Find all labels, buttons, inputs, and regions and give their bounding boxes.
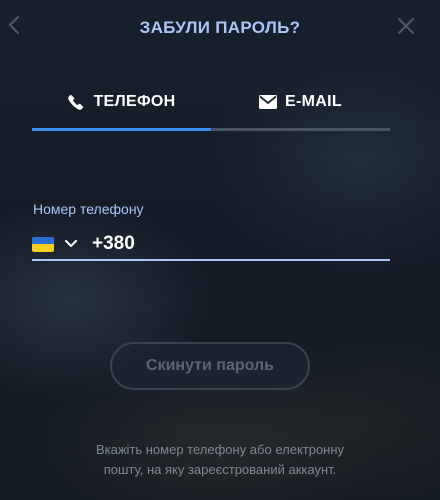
phone-input[interactable]	[92, 229, 390, 259]
tab-email-label: E-MAIL	[285, 93, 342, 110]
country-code-select[interactable]	[32, 229, 78, 259]
hint-line-1: Вкажіть номер телефону або електронну	[95, 442, 345, 457]
ukraine-flag-icon	[32, 236, 54, 252]
tab-bar: ТЕЛЕФОН E-MAIL	[32, 86, 390, 132]
page-title: ЗАБУЛИ ПАРОЛЬ?	[139, 18, 301, 37]
phone-field	[32, 226, 390, 262]
hint-text: Вкажіть номер телефону або електронну по…	[40, 440, 400, 480]
tab-email[interactable]: E-MAIL	[211, 86, 390, 131]
close-button[interactable]	[394, 14, 418, 38]
chevron-down-icon	[64, 237, 78, 251]
hint-line-2: пошту, на яку зареєстрований аккаунт.	[103, 462, 337, 477]
tab-phone[interactable]: ТЕЛЕФОН	[32, 86, 211, 131]
phone-icon	[67, 93, 85, 111]
close-icon	[398, 18, 414, 34]
mail-icon	[259, 93, 278, 111]
phone-field-label: Номер телефону	[33, 201, 144, 217]
reset-password-button[interactable]: Скинути пароль	[110, 342, 310, 390]
forgot-password-panel: ЗАБУЛИ ПАРОЛЬ? ТЕЛЕФОН E-MAIL Номер теле…	[0, 0, 440, 500]
tab-phone-indicator	[32, 128, 211, 131]
phone-field-underline	[32, 259, 390, 261]
tab-phone-label: ТЕЛЕФОН	[93, 93, 176, 110]
header: ЗАБУЛИ ПАРОЛЬ?	[0, 0, 440, 56]
tab-email-indicator	[211, 128, 390, 131]
